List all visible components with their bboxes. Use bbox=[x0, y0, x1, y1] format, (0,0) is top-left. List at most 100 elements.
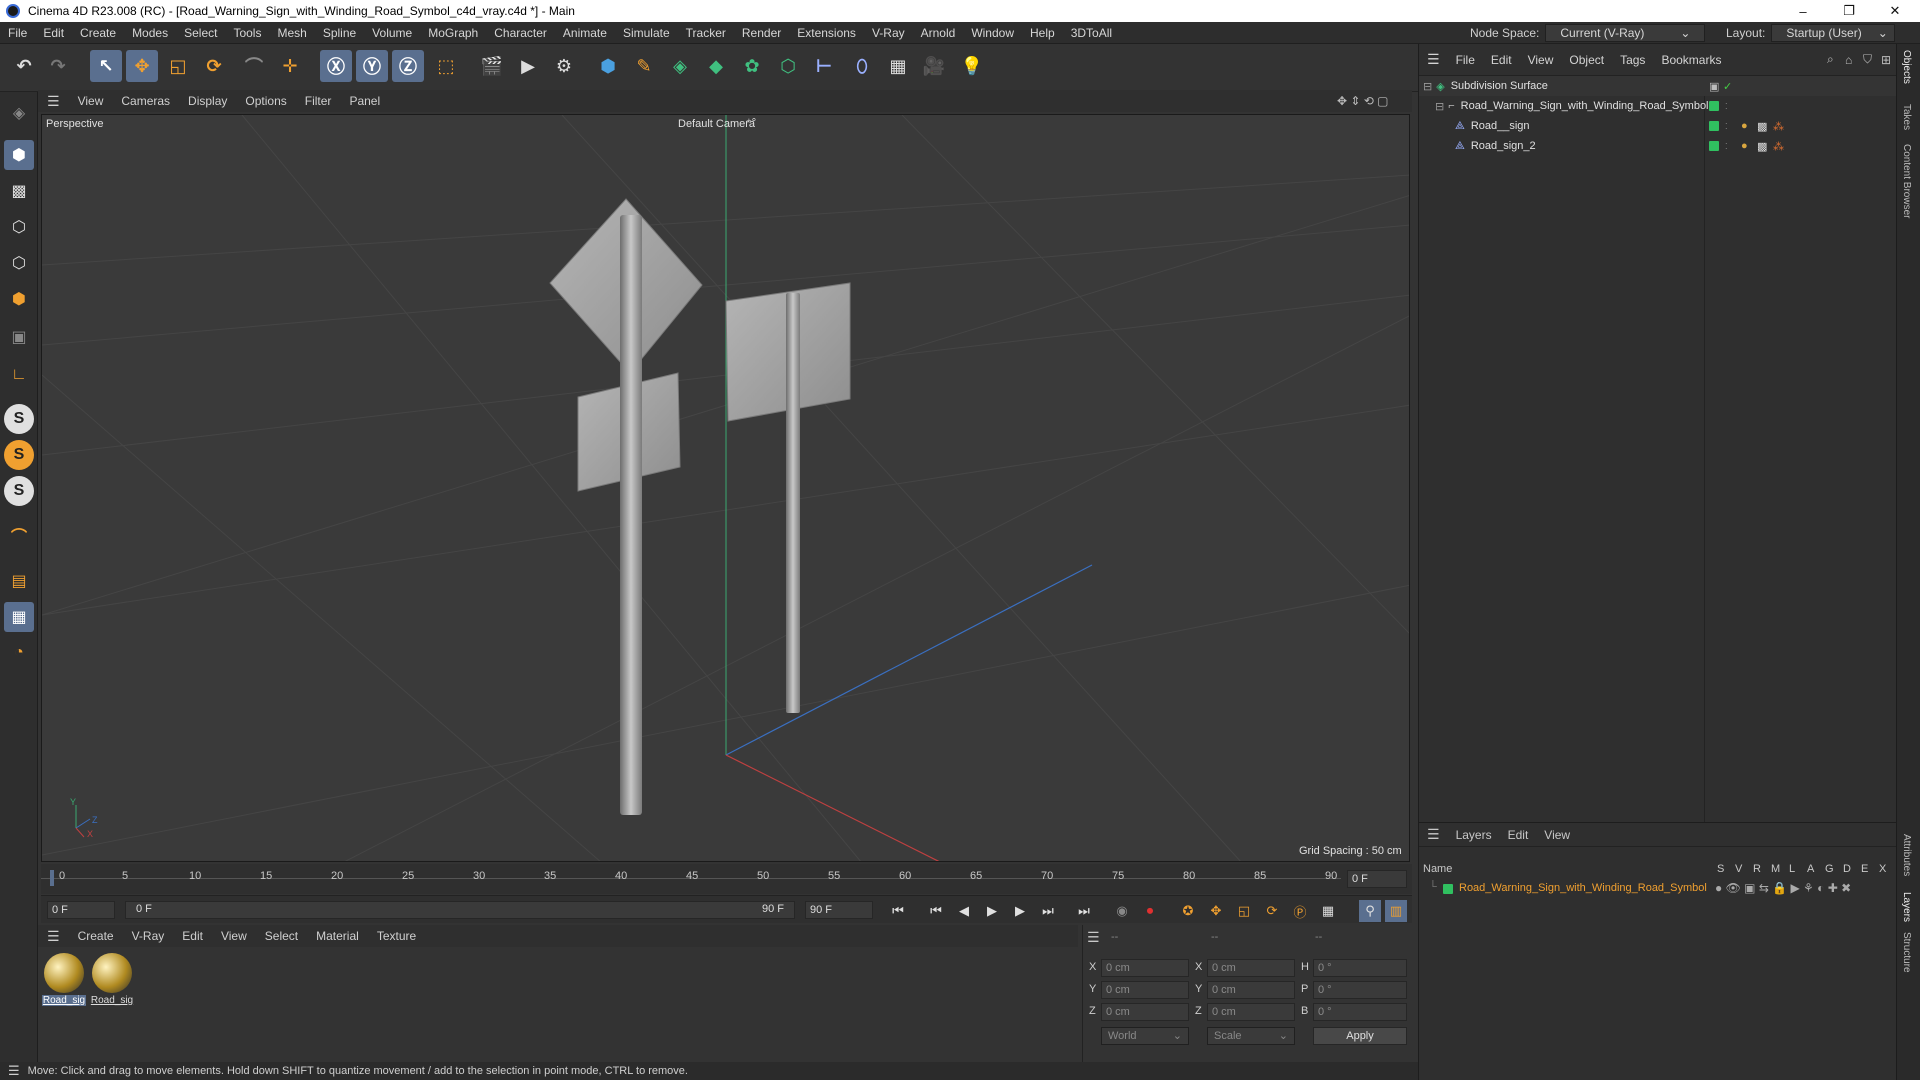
undo-icon[interactable]: ↶ bbox=[8, 50, 40, 82]
mat-menu-vray[interactable]: V-Ray bbox=[123, 929, 174, 943]
deformer-icon[interactable]: ⊢ bbox=[808, 50, 840, 82]
menu-edit[interactable]: Edit bbox=[35, 26, 72, 40]
layer-flag-icons[interactable]: ● 👁 ▣ ⇆ 🔒 ▶ ⚘ ◐ ✚ ✖ bbox=[1715, 881, 1851, 895]
node-space-dropdown[interactable]: Current (V-Ray) ⌄ bbox=[1545, 24, 1706, 42]
menu-mesh[interactable]: Mesh bbox=[269, 26, 314, 40]
layer-color-swatch[interactable] bbox=[1709, 121, 1719, 131]
pen-spline-icon[interactable]: ✎ bbox=[628, 50, 660, 82]
mograph-icon[interactable]: ⬡ bbox=[772, 50, 804, 82]
visibility-dots-icon[interactable]: ⁚ bbox=[1725, 122, 1728, 131]
layer-menu-view[interactable]: View bbox=[1536, 828, 1578, 842]
x-axis-icon[interactable]: Ⓧ bbox=[320, 50, 352, 82]
visibility-dots-icon[interactable]: ⁚ bbox=[1725, 142, 1728, 151]
expand-icon[interactable]: ⊟ bbox=[1435, 100, 1444, 113]
timeline-layout-icon[interactable]: ▥ bbox=[1385, 900, 1407, 922]
obj-menu-edit[interactable]: Edit bbox=[1483, 53, 1520, 67]
move-icon[interactable]: ✥ bbox=[126, 50, 158, 82]
tab-layers[interactable]: Layers bbox=[1901, 892, 1912, 922]
grid-icon[interactable]: ▦ bbox=[4, 602, 34, 632]
mat-menu-create[interactable]: Create bbox=[69, 929, 123, 943]
rotation-h-field[interactable]: 0 ° bbox=[1313, 959, 1407, 977]
position-z-field[interactable]: 0 cm bbox=[1101, 1003, 1189, 1021]
edges-mode-icon[interactable]: ⬡ bbox=[4, 248, 34, 278]
current-frame-field[interactable]: 0 F bbox=[1347, 870, 1407, 888]
prev-frame-icon[interactable]: ◀ bbox=[953, 900, 975, 922]
magnet-icon[interactable]: ⌒ bbox=[4, 520, 34, 550]
expand-icon[interactable]: ⊟ bbox=[1423, 80, 1432, 93]
menu-arnold[interactable]: Arnold bbox=[913, 26, 964, 40]
edit-toggle-icon[interactable]: ▣ bbox=[1709, 80, 1719, 93]
size-y-field[interactable]: 0 cm bbox=[1207, 981, 1295, 999]
rotate-icon[interactable]: ⟳ bbox=[198, 50, 230, 82]
cloner-icon[interactable]: ✿ bbox=[736, 50, 768, 82]
menu-animate[interactable]: Animate bbox=[555, 26, 615, 40]
key-position-icon[interactable]: ✥ bbox=[1205, 900, 1227, 922]
menu-tools[interactable]: Tools bbox=[225, 26, 269, 40]
obj-menu-tags[interactable]: Tags bbox=[1612, 53, 1653, 67]
extrude-icon[interactable]: ◆ bbox=[700, 50, 732, 82]
hamburger-icon[interactable]: ☰ bbox=[38, 93, 69, 110]
subdivision-icon[interactable]: ◈ bbox=[664, 50, 696, 82]
polygons-mode-icon[interactable]: ⬢ bbox=[4, 284, 34, 314]
tab-attributes[interactable]: Attributes bbox=[1901, 834, 1912, 876]
menu-extensions[interactable]: Extensions bbox=[789, 26, 864, 40]
tab-takes[interactable]: Takes bbox=[1901, 104, 1912, 130]
hamburger-icon[interactable]: ☰ bbox=[0, 1063, 28, 1079]
maximize-button[interactable]: ❐ bbox=[1826, 0, 1872, 22]
layer-menu-edit[interactable]: Edit bbox=[1500, 828, 1537, 842]
menu-volume[interactable]: Volume bbox=[364, 26, 420, 40]
model-mode-icon[interactable]: ⬢ bbox=[4, 140, 34, 170]
vray-tag-icon[interactable]: ⁂ bbox=[1773, 120, 1784, 133]
vp-menu-cameras[interactable]: Cameras bbox=[112, 94, 179, 108]
scale-icon[interactable]: ◱ bbox=[162, 50, 194, 82]
record-icon[interactable]: ⏺ bbox=[1139, 900, 1161, 922]
layer-name[interactable]: Road_Warning_Sign_with_Winding_Road_Symb… bbox=[1459, 882, 1707, 894]
menu-create[interactable]: Create bbox=[72, 26, 124, 40]
snap-settings-icon[interactable]: S bbox=[4, 440, 34, 470]
vp-menu-display[interactable]: Display bbox=[179, 94, 236, 108]
menu-render[interactable]: Render bbox=[734, 26, 789, 40]
hamburger-icon[interactable]: ☰ bbox=[38, 928, 69, 945]
mat-menu-view[interactable]: View bbox=[212, 929, 256, 943]
object-row[interactable]: ⊟ ◈ Subdivision Surface ▣ ✓ bbox=[1419, 76, 1897, 96]
light-icon[interactable]: 💡 bbox=[956, 50, 988, 82]
tab-content-browser[interactable]: Content Browser bbox=[1901, 144, 1912, 218]
menu-modes[interactable]: Modes bbox=[124, 26, 176, 40]
vp-menu-panel[interactable]: Panel bbox=[340, 94, 389, 108]
obj-menu-object[interactable]: Object bbox=[1561, 53, 1612, 67]
rotation-b-field[interactable]: 0 ° bbox=[1313, 1003, 1407, 1021]
layer-color-swatch[interactable] bbox=[1709, 101, 1719, 111]
position-x-field[interactable]: 0 cm bbox=[1101, 959, 1189, 977]
menu-tracker[interactable]: Tracker bbox=[678, 26, 734, 40]
mat-menu-material[interactable]: Material bbox=[307, 929, 368, 943]
next-key-icon[interactable]: ⏭ bbox=[1037, 900, 1059, 922]
mat-menu-edit[interactable]: Edit bbox=[173, 929, 212, 943]
uv-mode-icon[interactable]: ▣ bbox=[4, 322, 34, 352]
menu-file[interactable]: File bbox=[0, 26, 35, 40]
camera-icon[interactable]: 🎥 bbox=[918, 50, 950, 82]
snap-icon[interactable]: S bbox=[4, 404, 34, 434]
object-row[interactable]: ⊟ ⌐ Road_Warning_Sign_with_Winding_Road_… bbox=[1419, 96, 1897, 116]
vp-menu-view[interactable]: View bbox=[69, 94, 113, 108]
material-swatch[interactable]: Road_sig bbox=[90, 953, 134, 1011]
object-row[interactable]: ⟁ Road__sign ⁚ ● ▩ ⁂ bbox=[1419, 116, 1897, 136]
layer-color-swatch[interactable] bbox=[1443, 884, 1453, 894]
mat-menu-texture[interactable]: Texture bbox=[368, 929, 425, 943]
hamburger-icon[interactable]: ☰ bbox=[1419, 51, 1448, 68]
prev-key-icon[interactable]: ⏮ bbox=[925, 900, 947, 922]
z-axis-icon[interactable]: Ⓩ bbox=[392, 50, 424, 82]
material-tag-icon[interactable]: ● bbox=[1741, 140, 1748, 152]
key-scale-icon[interactable]: ◱ bbox=[1233, 900, 1255, 922]
layer-row[interactable]: └ Road_Warning_Sign_with_Winding_Road_Sy… bbox=[1419, 879, 1897, 899]
texture-mode-icon[interactable]: ▩ bbox=[4, 176, 34, 206]
select-arrow-icon[interactable]: ↖ bbox=[90, 50, 122, 82]
solo-icon[interactable]: ◔ bbox=[4, 638, 34, 668]
menu-character[interactable]: Character bbox=[486, 26, 555, 40]
enabled-check-icon[interactable]: ✓ bbox=[1723, 80, 1732, 93]
vp-menu-options[interactable]: Options bbox=[236, 94, 295, 108]
menu-select[interactable]: Select bbox=[176, 26, 225, 40]
mat-menu-select[interactable]: Select bbox=[256, 929, 307, 943]
obj-menu-bookmarks[interactable]: Bookmarks bbox=[1653, 53, 1729, 67]
go-to-end-icon[interactable]: ⏭ bbox=[1073, 900, 1095, 922]
3d-viewport[interactable]: Perspective Default Camera ⁺° Grid Spaci… bbox=[41, 114, 1410, 862]
